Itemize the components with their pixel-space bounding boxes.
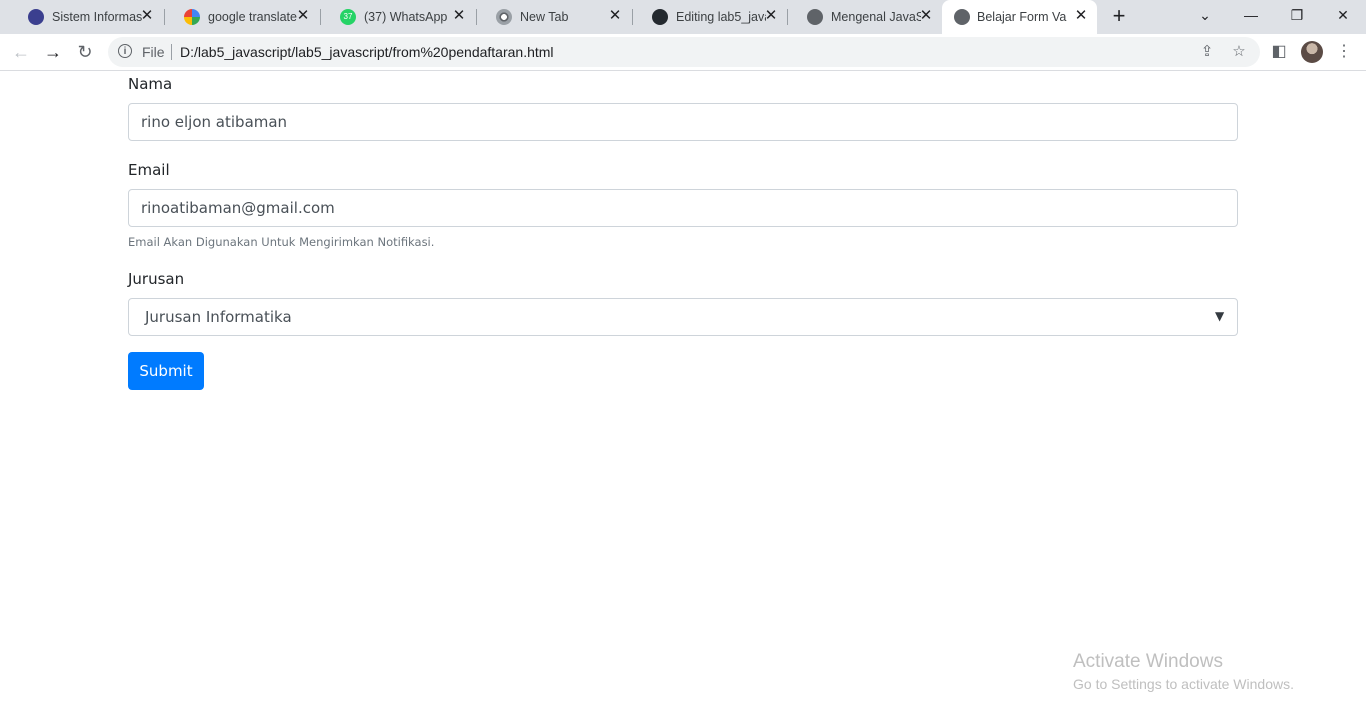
close-icon[interactable]: ✕ <box>763 8 779 24</box>
info-icon[interactable]: i <box>118 44 132 58</box>
tab-new-tab[interactable]: New Tab ✕ <box>476 0 631 34</box>
chrome-icon <box>496 9 512 25</box>
share-icon[interactable]: ⇪ <box>1198 43 1216 61</box>
close-icon[interactable]: ✕ <box>139 8 155 24</box>
google-icon <box>184 9 200 25</box>
minimize-button[interactable]: — <box>1228 0 1274 30</box>
github-icon <box>652 9 668 25</box>
activate-windows-title: Activate Windows <box>1073 651 1223 672</box>
jurusan-label: Jurusan <box>128 270 185 288</box>
close-icon[interactable]: ✕ <box>918 8 934 24</box>
side-panel-icon[interactable]: ◧ <box>1268 41 1290 63</box>
nama-input[interactable]: rino eljon atibaman <box>128 103 1238 141</box>
tab-belajar-form-validasi[interactable]: Belajar Form Vali ✕ <box>942 0 1097 34</box>
tab-whatsapp[interactable]: 37 (37) WhatsApp ✕ <box>320 0 475 34</box>
tab-search-icon[interactable]: ⌄ <box>1182 0 1228 30</box>
close-icon[interactable]: ✕ <box>451 8 467 24</box>
globe-icon <box>807 9 823 25</box>
close-icon[interactable]: ✕ <box>295 8 311 24</box>
jurusan-select[interactable]: Jurusan Informatika ▼ <box>128 298 1238 336</box>
university-logo-icon <box>28 9 44 25</box>
activate-windows-subtitle: Go to Settings to activate Windows. <box>1073 676 1294 692</box>
restore-button[interactable]: ❐ <box>1274 0 1320 30</box>
address-divider <box>171 44 172 60</box>
nama-label: Nama <box>128 75 173 93</box>
jurusan-selected-value: Jurusan Informatika <box>145 308 292 326</box>
url-text[interactable]: D:/lab5_javascript/lab5_javascript/from%… <box>180 44 554 60</box>
scheme-label: File <box>142 44 165 60</box>
email-help-text: Email Akan Digunakan Untuk Mengirimkan N… <box>128 235 435 249</box>
tab-label: Editing lab5_java <box>676 10 766 24</box>
tab-label: Mengenal JavaSc <box>831 10 921 24</box>
close-icon[interactable]: ✕ <box>607 8 623 24</box>
browser-toolbar: ← → ↻ i File D:/lab5_javascript/lab5_jav… <box>0 34 1366 71</box>
tab-sistem-informasi[interactable]: Sistem Informasi ✕ <box>8 0 163 34</box>
close-icon[interactable]: ✕ <box>1073 8 1089 24</box>
star-icon[interactable]: ☆ <box>1230 43 1248 61</box>
tab-strip: Sistem Informasi ✕ google translate ✕ 37… <box>0 0 1366 34</box>
tab-google-translate[interactable]: google translate ✕ <box>164 0 319 34</box>
close-window-button[interactable]: ✕ <box>1320 0 1366 30</box>
tab-label: (37) WhatsApp <box>364 10 448 24</box>
email-input[interactable]: rinoatibaman@gmail.com <box>128 189 1238 227</box>
new-tab-button[interactable]: + <box>1107 5 1131 29</box>
email-label: Email <box>128 161 170 179</box>
tab-label: google translate <box>208 10 297 24</box>
tab-mengenal-javascript[interactable]: Mengenal JavaSc ✕ <box>787 0 942 34</box>
tab-editing-lab5[interactable]: Editing lab5_java ✕ <box>632 0 787 34</box>
address-bar[interactable]: i File D:/lab5_javascript/lab5_javascrip… <box>108 37 1260 67</box>
whatsapp-icon: 37 <box>340 9 356 25</box>
tab-label: New Tab <box>520 10 569 24</box>
tab-label: Sistem Informasi <box>52 10 142 24</box>
profile-avatar[interactable] <box>1301 41 1323 63</box>
menu-icon[interactable]: ⋮ <box>1333 41 1355 63</box>
chevron-down-icon: ▼ <box>1215 309 1225 323</box>
reload-button[interactable]: ↻ <box>74 41 96 63</box>
globe-icon <box>954 9 970 25</box>
submit-button[interactable]: Submit <box>128 352 204 390</box>
back-button[interactable]: ← <box>10 41 32 63</box>
tab-label: Belajar Form Vali <box>977 10 1067 24</box>
forward-button[interactable]: → <box>42 41 64 63</box>
